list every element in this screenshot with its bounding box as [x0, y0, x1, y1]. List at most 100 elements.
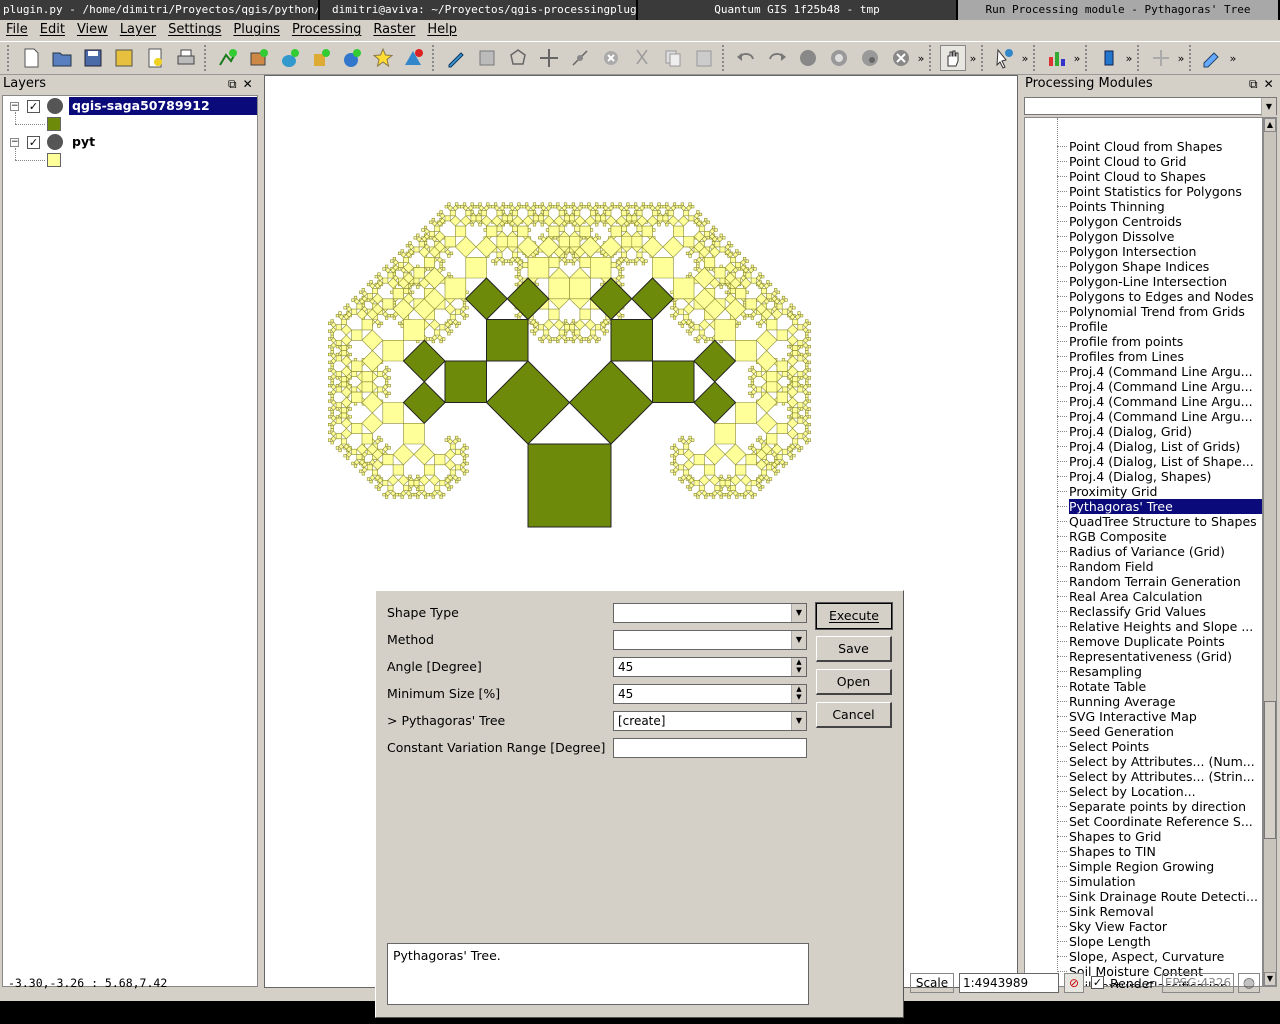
menu-processing[interactable]: Processing — [286, 20, 367, 40]
module-item[interactable]: Sink Removal — [1069, 904, 1154, 919]
crs-globe-icon[interactable]: ◍ — [1238, 973, 1260, 993]
toolbar-grip[interactable] — [1033, 45, 1038, 71]
paste-icon[interactable] — [691, 45, 717, 71]
task-qgis[interactable]: Quantum GIS 1f25b48 - tmp — [638, 0, 958, 20]
module-item[interactable]: Proj.4 (Dialog, Shapes) — [1069, 469, 1211, 484]
collapse-icon[interactable]: − — [10, 102, 19, 111]
module-item[interactable]: Slope Length — [1069, 934, 1151, 949]
module-item[interactable]: Representativeness (Grid) — [1069, 649, 1232, 664]
layer-checkbox[interactable]: ✓ — [27, 100, 40, 113]
add-ring-icon[interactable] — [826, 45, 852, 71]
module-item[interactable]: Simple Region Growing — [1069, 859, 1214, 874]
toolbar-overflow-icon[interactable]: » — [968, 52, 978, 65]
crs-label[interactable]: EPSG:4326 — [1162, 973, 1234, 993]
toolbar-grip[interactable] — [204, 45, 209, 71]
layer-symbol-swatch[interactable] — [47, 153, 61, 167]
module-tree[interactable]: Point Cloud from Shapes Point Cloud to Gr… — [1024, 117, 1263, 987]
module-item[interactable]: Simulation — [1069, 874, 1136, 889]
module-item[interactable]: Polynomial Trend from Grids — [1069, 304, 1245, 319]
module-item[interactable]: Proj.4 (Command Line Argu... — [1069, 364, 1253, 379]
chevron-down-icon[interactable]: ▼ — [791, 604, 806, 622]
angle-spinbox[interactable]: 45 ▲ ▼ — [613, 657, 807, 677]
float-icon[interactable]: ⧉ — [1249, 77, 1258, 92]
layer-symbol-swatch[interactable] — [47, 117, 61, 131]
task-editor[interactable]: plugin.py - /home/dimitri/Proyectos/qgis… — [0, 0, 320, 20]
move-feature-icon[interactable] — [536, 45, 562, 71]
new-icon[interactable] — [18, 45, 44, 71]
toolbar-grip[interactable] — [722, 45, 727, 71]
module-item[interactable]: Proj.4 (Dialog, List of Shape... — [1069, 454, 1254, 469]
module-item[interactable]: Sky View Factor — [1069, 919, 1167, 934]
copy-icon[interactable] — [660, 45, 686, 71]
module-item[interactable]: Random Field — [1069, 559, 1154, 574]
stop-render-icon[interactable]: ⊘ — [1064, 973, 1084, 993]
toolbar-overflow-icon[interactable]: » — [1228, 52, 1238, 65]
module-item[interactable]: Polygon-Line Intersection — [1069, 274, 1227, 289]
cut-icon[interactable] — [629, 45, 655, 71]
module-item[interactable]: Seed Generation — [1069, 724, 1174, 739]
open-button[interactable]: Open — [816, 669, 892, 695]
module-item[interactable]: Point Cloud to Shapes — [1069, 169, 1206, 184]
chevron-down-icon[interactable]: ▼ — [791, 631, 806, 649]
toolbar-overflow-icon[interactable]: » — [1020, 52, 1030, 65]
module-item[interactable]: Point Cloud from Shapes — [1069, 139, 1222, 154]
render-checkbox[interactable]: ✓ — [1091, 976, 1104, 989]
undo-icon[interactable] — [733, 45, 759, 71]
module-item[interactable]: Points Thinning — [1069, 199, 1165, 214]
chevron-down-icon[interactable]: ▼ — [1261, 98, 1276, 116]
toolbar-grip[interactable] — [929, 45, 934, 71]
module-item[interactable]: Resampling — [1069, 664, 1142, 679]
module-item[interactable]: Set Coordinate Reference S... — [1069, 814, 1253, 829]
menu-raster[interactable]: Raster — [367, 20, 421, 40]
cancel-button[interactable]: Cancel — [816, 702, 892, 728]
new-project-icon[interactable] — [142, 45, 168, 71]
module-item[interactable]: SVG Interactive Map — [1069, 709, 1197, 724]
output-combo[interactable]: [create] ▼ — [613, 711, 807, 731]
plugin-icon[interactable] — [1096, 45, 1122, 71]
module-item[interactable]: Proj.4 (Command Line Argu... — [1069, 394, 1253, 409]
add-spatialite-icon[interactable] — [308, 45, 334, 71]
toolbar-grip[interactable] — [7, 45, 12, 71]
module-item[interactable]: Select by Location... — [1069, 784, 1196, 799]
module-item[interactable]: Slope, Aspect, Curvature — [1069, 949, 1224, 964]
module-item[interactable]: Polygon Shape Indices — [1069, 259, 1209, 274]
module-item[interactable]: Profile — [1069, 319, 1108, 334]
layer-name[interactable]: pyt — [69, 133, 95, 151]
redo-icon[interactable] — [764, 45, 790, 71]
node-tool-icon[interactable] — [567, 45, 593, 71]
toolbar-overflow-icon[interactable]: » — [1072, 52, 1082, 65]
menu-plugins[interactable]: Plugins — [227, 20, 286, 40]
collapse-icon[interactable]: − — [10, 138, 19, 147]
menu-layer[interactable]: Layer — [114, 20, 162, 40]
module-item[interactable]: Proj.4 (Command Line Argu... — [1069, 379, 1253, 394]
module-item[interactable]: Reclassify Grid Values — [1069, 604, 1206, 619]
module-item[interactable]: Select by Attributes... (Num... — [1069, 754, 1255, 769]
minimum-size-spinbox[interactable]: 45 ▲ ▼ — [613, 684, 807, 704]
task-processing-dialog[interactable]: Run Processing module - Pythagoras' Tree — [958, 0, 1280, 20]
module-item[interactable]: Shapes to Grid — [1069, 829, 1161, 844]
module-item[interactable]: Shapes to TIN — [1069, 844, 1156, 859]
shape-type-combo[interactable]: ▼ — [613, 603, 807, 623]
pencil-icon[interactable] — [443, 45, 469, 71]
scrollbar-thumb[interactable] — [1264, 701, 1276, 839]
save-button[interactable]: Save — [816, 636, 892, 662]
scroll-up-icon[interactable]: ▲ — [1264, 118, 1276, 132]
chart-icon[interactable] — [1044, 45, 1070, 71]
module-item[interactable]: Select Points — [1069, 739, 1149, 754]
module-item[interactable]: Proximity Grid — [1069, 484, 1157, 499]
module-item[interactable]: Point Statistics for Polygons — [1069, 184, 1242, 199]
save-edits-icon[interactable] — [474, 45, 500, 71]
save-icon[interactable] — [80, 45, 106, 71]
print-icon[interactable] — [173, 45, 199, 71]
capture-polygon-icon[interactable] — [505, 45, 531, 71]
add-raster-icon[interactable] — [246, 45, 272, 71]
module-item[interactable]: Real Area Calculation — [1069, 589, 1202, 604]
simplify-icon[interactable] — [795, 45, 821, 71]
toolbar-grip[interactable] — [1085, 45, 1090, 71]
label-icon[interactable] — [1200, 45, 1226, 71]
layers-tree[interactable]: − ✓ qgis-saga50789912 − ✓ pyt — [2, 95, 258, 987]
menu-edit[interactable]: Edit — [34, 20, 71, 40]
module-item[interactable]: Profiles from Lines — [1069, 349, 1184, 364]
close-icon[interactable]: ✕ — [1264, 77, 1274, 91]
remove-layer-icon[interactable] — [401, 45, 427, 71]
